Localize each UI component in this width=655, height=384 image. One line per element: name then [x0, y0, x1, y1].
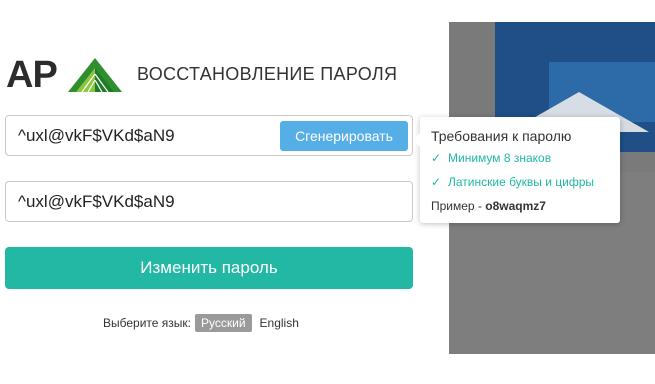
page-title: ВОССТАНОВЛЕНИЕ ПАРОЛЯ [137, 64, 398, 84]
confirm-password-field [5, 181, 413, 222]
requirement-item: ✓ Минимум 8 знаков [431, 151, 551, 165]
language-selector: Выберите язык: Русский English [103, 314, 299, 332]
example-value: o8waqmz7 [485, 199, 546, 213]
check-icon: ✓ [431, 151, 442, 165]
requirements-title: Требования к паролю [431, 128, 572, 144]
check-icon: ✓ [431, 175, 442, 189]
password-requirements-tooltip: Требования к паролю ✓ Минимум 8 знаков ✓… [413, 117, 620, 223]
logo-text: AP [6, 54, 58, 96]
example-label: Пример - [431, 199, 486, 213]
password-example: Пример - o8waqmz7 [431, 199, 546, 213]
language-label: Выберите язык: [103, 316, 191, 330]
logo-mark-icon [68, 58, 122, 92]
tooltip-arrow [413, 133, 420, 147]
generate-button[interactable]: Сгенерировать [280, 121, 408, 151]
logo: AP [6, 54, 122, 96]
password-field: Сгенерировать [5, 115, 413, 156]
change-password-button[interactable]: Изменить пароль [5, 247, 413, 289]
requirement-text: Латинские буквы и цифры [448, 175, 595, 189]
requirement-text: Минимум 8 знаков [448, 151, 552, 165]
language-option-ru[interactable]: Русский [195, 314, 252, 332]
confirm-password-input[interactable] [18, 182, 278, 221]
password-input[interactable] [18, 116, 278, 155]
language-option-en[interactable]: English [260, 316, 299, 330]
requirement-item: ✓ Латинские буквы и цифры [431, 175, 594, 189]
